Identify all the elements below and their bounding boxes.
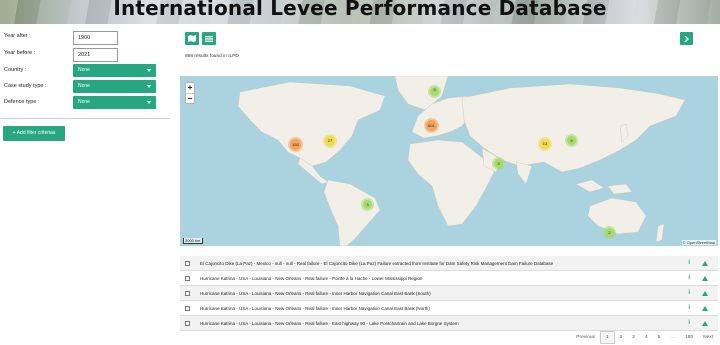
list-view-button[interactable]: [202, 32, 216, 45]
caret-down-icon: [147, 101, 151, 104]
info-icon[interactable]: i: [688, 286, 690, 301]
map-view-button[interactable]: [185, 32, 199, 45]
pagination-page[interactable]: 4: [640, 331, 653, 344]
download-icon[interactable]: [702, 261, 708, 266]
zoom-out-button[interactable]: −: [186, 93, 194, 103]
row-text: Hurricane Katrina - USA - Louisiana - Ne…: [200, 291, 431, 296]
year-after-label: Year after :: [4, 33, 31, 39]
map-cluster-marker[interactable]: 601: [424, 118, 439, 133]
map-scale: 3000 km: [183, 238, 203, 244]
filter-sidebar: Year after : Year before : Country : Non…: [0, 24, 170, 345]
cluster-count: 3: [433, 87, 436, 92]
list-item[interactable]: Hurricane Katrina - USA - Louisiana - Ne…: [180, 301, 718, 316]
row-checkbox[interactable]: [185, 261, 190, 266]
cluster-count: 3: [497, 161, 500, 166]
cluster-count: 3: [366, 202, 369, 207]
cluster-count: 2: [608, 230, 611, 235]
defence-label: Defence type :: [4, 99, 40, 105]
map-icon: [188, 35, 196, 42]
chevron-right-icon: [684, 35, 689, 42]
add-filter-button[interactable]: + Add filter criterias: [3, 126, 65, 141]
map-cluster-marker[interactable]: 27: [323, 134, 337, 148]
info-icon[interactable]: i: [688, 301, 690, 316]
case-study-select[interactable]: None: [73, 80, 156, 93]
download-icon[interactable]: [702, 276, 708, 281]
cluster-count: 601: [428, 123, 435, 128]
results-count: 898 results found in ILPD: [185, 54, 239, 59]
map-cluster-marker[interactable]: 3: [428, 85, 441, 98]
row-checkbox[interactable]: [185, 321, 190, 326]
sidebar-divider: [0, 118, 170, 119]
defence-select[interactable]: None: [73, 96, 156, 109]
info-icon[interactable]: i: [688, 316, 690, 331]
pagination: Previous 1 2 3 4 5 … 180 Next: [571, 331, 718, 344]
pagination-next[interactable]: Next: [698, 331, 718, 344]
pagination-ellipsis: …: [670, 335, 676, 340]
caret-down-icon: [147, 85, 151, 88]
world-map-land: [237, 76, 686, 246]
row-checkbox[interactable]: [185, 276, 190, 281]
row-text: Hurricane Katrina - USA - Louisiana - Ne…: [200, 321, 459, 326]
info-icon[interactable]: i: [688, 256, 690, 271]
list-item[interactable]: El Cajoncito Dike (La Paz) - Mexico - nu…: [180, 256, 718, 271]
download-icon[interactable]: [702, 306, 708, 311]
cluster-count: 9: [570, 138, 573, 143]
map-cluster-marker[interactable]: 160: [288, 137, 303, 152]
row-text: Hurricane Katrina - USA - Louisiana - Ne…: [200, 276, 423, 281]
caret-down-icon: [147, 69, 151, 72]
cluster-count: 27: [327, 138, 333, 143]
country-select-value: None: [78, 67, 90, 73]
pagination-page[interactable]: 3: [627, 331, 640, 344]
page-title: International Levee Performance Database: [113, 0, 607, 20]
zoom-control: + −: [185, 82, 195, 104]
next-panel-button[interactable]: [680, 32, 693, 45]
case-study-label: Case study type :: [4, 83, 47, 89]
pagination-page-current[interactable]: 1: [599, 331, 615, 344]
list-item[interactable]: Hurricane Katrina - USA - Louisiana - Ne…: [180, 286, 718, 301]
list-item[interactable]: Hurricane Katrina - USA - Louisiana - Ne…: [180, 316, 718, 331]
year-before-input[interactable]: [73, 48, 118, 62]
country-select[interactable]: None: [73, 64, 156, 77]
world-map[interactable]: + − 3 601 160 27 3 13 9 3 2 3000 km © Op…: [180, 76, 718, 246]
country-label: Country :: [4, 67, 27, 73]
header-banner: International Levee Performance Database: [0, 0, 720, 24]
list-icon: [205, 35, 213, 42]
row-checkbox[interactable]: [185, 306, 190, 311]
pagination-previous[interactable]: Previous: [571, 331, 600, 344]
row-checkbox[interactable]: [185, 291, 190, 296]
row-text: El Cajoncito Dike (La Paz) - Mexico - nu…: [200, 261, 554, 266]
pagination-page[interactable]: 5: [653, 331, 666, 344]
zoom-in-button[interactable]: +: [186, 83, 194, 93]
download-icon[interactable]: [702, 291, 708, 296]
pagination-page-last[interactable]: 180: [680, 331, 698, 344]
row-text: Hurricane Katrina - USA - Louisiana - Ne…: [200, 306, 430, 311]
download-icon[interactable]: [702, 321, 708, 326]
map-cluster-marker[interactable]: 2: [603, 226, 616, 239]
map-cluster-marker[interactable]: 9: [565, 134, 578, 147]
map-cluster-marker[interactable]: 13: [538, 137, 552, 151]
year-before-label: Year before :: [4, 50, 36, 56]
info-icon[interactable]: i: [688, 271, 690, 286]
map-attribution[interactable]: © OpenStreetMap: [681, 240, 716, 245]
main-content: 898 results found in ILPD + − 3 601 160 …: [180, 24, 720, 345]
cluster-count: 13: [542, 141, 548, 146]
results-list: El Cajoncito Dike (La Paz) - Mexico - nu…: [180, 256, 718, 331]
pagination-page[interactable]: 2: [615, 331, 628, 344]
case-study-select-value: None: [78, 83, 90, 89]
map-cluster-marker[interactable]: 3: [492, 157, 505, 170]
cluster-count: 160: [292, 142, 299, 147]
defence-select-value: None: [78, 99, 90, 105]
list-item[interactable]: Hurricane Katrina - USA - Louisiana - Ne…: [180, 271, 718, 286]
year-after-input[interactable]: [73, 31, 118, 45]
map-cluster-marker[interactable]: 3: [361, 198, 374, 211]
